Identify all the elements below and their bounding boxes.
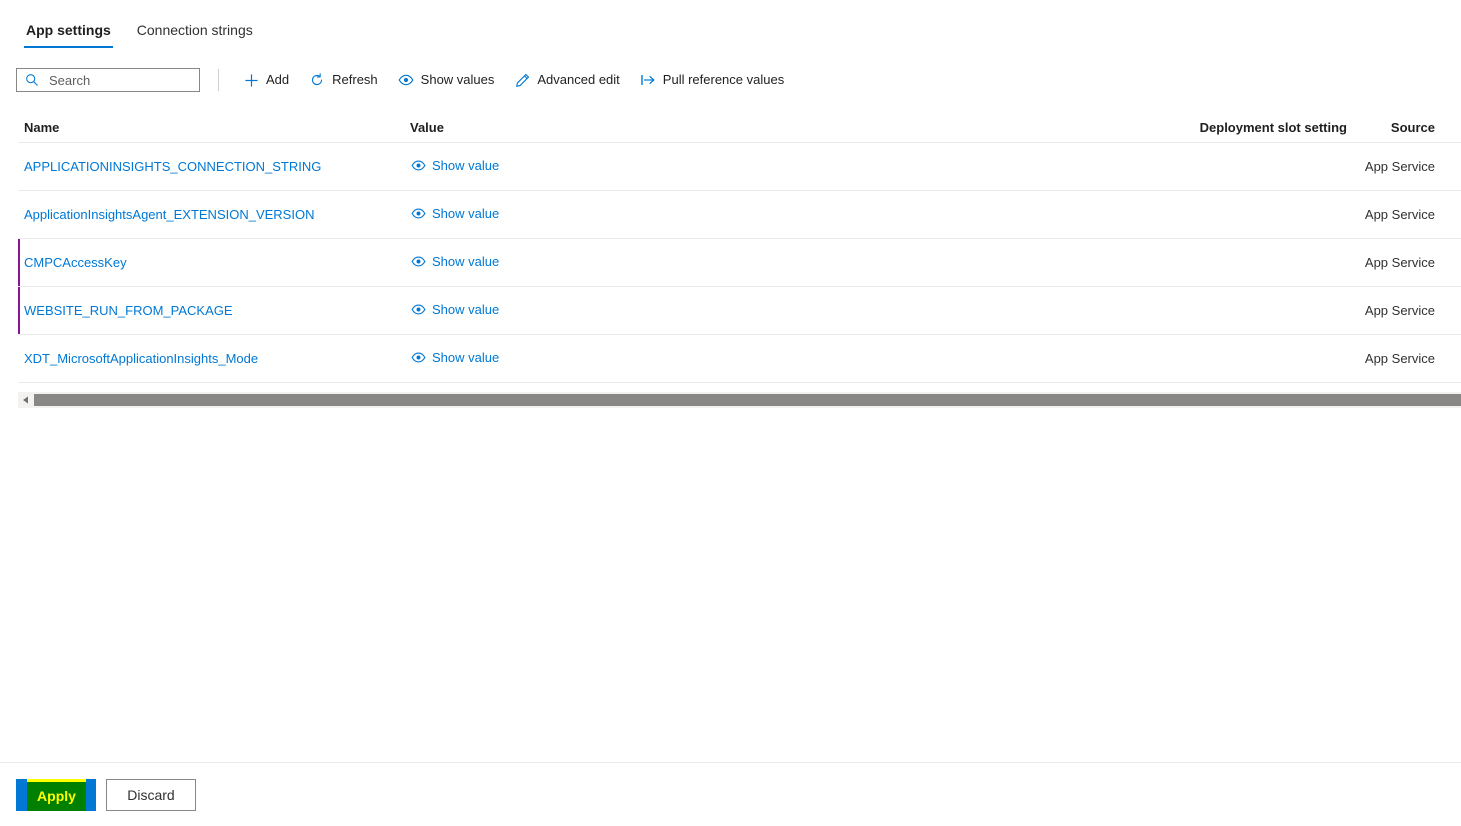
search-input[interactable] — [41, 71, 227, 89]
show-values-button-label: Show values — [420, 72, 495, 87]
row-change-marker — [18, 239, 20, 286]
source-cell: App Service — [1364, 351, 1435, 366]
eye-icon — [410, 157, 426, 173]
scrollbar-track[interactable] — [34, 392, 1461, 408]
horizontal-scrollbar[interactable] — [18, 392, 1461, 408]
pull-reference-values-button[interactable]: Pull reference values — [630, 67, 794, 93]
setting-name-link[interactable]: CMPCAccessKey — [24, 255, 127, 270]
app-settings-table: Name Value Deployment slot setting Sourc… — [0, 112, 1461, 383]
refresh-button[interactable]: Refresh — [299, 67, 388, 93]
table-row[interactable]: CMPCAccessKey Show value App Service — [18, 239, 1461, 287]
setting-name-link[interactable]: APPLICATIONINSIGHTS_CONNECTION_STRING — [24, 159, 321, 174]
eye-icon — [398, 72, 414, 88]
tab-app-settings-label: App settings — [26, 22, 111, 38]
column-header-deployment-slot-setting[interactable]: Deployment slot setting — [1162, 120, 1347, 135]
command-bar-actions: Add Refresh Show values Advanced edit Pu… — [233, 67, 794, 93]
source-cell: App Service — [1364, 255, 1435, 270]
add-button-label: Add — [266, 72, 290, 87]
pencil-icon — [514, 72, 530, 88]
row-change-marker — [18, 287, 20, 334]
eye-icon — [410, 349, 426, 365]
discard-button[interactable]: Discard — [106, 778, 196, 811]
source-cell: App Service — [1364, 303, 1435, 318]
tab-connection-strings-label: Connection strings — [136, 22, 253, 38]
show-values-button[interactable]: Show values — [388, 67, 505, 93]
command-bar: Add Refresh Show values — [0, 64, 1461, 96]
apply-button[interactable] — [16, 778, 96, 811]
show-value-link[interactable]: Show value — [410, 205, 499, 221]
column-header-value[interactable]: Value — [410, 120, 1162, 135]
pull-arrow-icon — [640, 72, 656, 88]
scroll-left-button[interactable] — [18, 392, 34, 408]
footer-action-bar: Apply Discard — [0, 762, 1461, 826]
table-row[interactable]: WEBSITE_RUN_FROM_PACKAGE Show value App … — [18, 287, 1461, 335]
apply-button-wrapper: Apply — [16, 778, 96, 811]
table-header-row: Name Value Deployment slot setting Sourc… — [18, 112, 1461, 143]
command-bar-divider — [218, 69, 219, 91]
source-cell: App Service — [1364, 207, 1435, 222]
tab-app-settings[interactable]: App settings — [24, 21, 113, 48]
setting-name-cell: APPLICATIONINSIGHTS_CONNECTION_STRING — [18, 159, 410, 174]
setting-name-cell: WEBSITE_RUN_FROM_PACKAGE — [18, 303, 410, 318]
refresh-icon — [309, 72, 325, 88]
plus-icon — [243, 72, 259, 88]
show-value-link[interactable]: Show value — [410, 157, 499, 173]
search-icon — [23, 71, 41, 89]
pull-reference-values-button-label: Pull reference values — [662, 72, 785, 87]
show-value-label: Show value — [432, 301, 500, 317]
tab-bar: App settings Connection strings — [0, 0, 1461, 48]
show-value-link[interactable]: Show value — [410, 253, 499, 269]
setting-name-link[interactable]: XDT_MicrosoftApplicationInsights_Mode — [24, 351, 258, 366]
show-value-label: Show value — [432, 349, 500, 365]
table-row[interactable]: XDT_MicrosoftApplicationInsights_Mode Sh… — [18, 335, 1461, 383]
show-value-label: Show value — [432, 205, 500, 221]
eye-icon — [410, 253, 426, 269]
show-value-label: Show value — [432, 157, 500, 173]
advanced-edit-button-label: Advanced edit — [537, 72, 620, 87]
setting-value-cell: Show value — [410, 205, 1162, 224]
scrollbar-thumb[interactable] — [34, 394, 1461, 406]
show-value-label: Show value — [432, 253, 500, 269]
show-value-link[interactable]: Show value — [410, 349, 499, 365]
setting-name-cell: XDT_MicrosoftApplicationInsights_Mode — [18, 351, 410, 366]
setting-name-link[interactable]: WEBSITE_RUN_FROM_PACKAGE — [24, 303, 233, 318]
setting-name-cell: CMPCAccessKey — [18, 255, 410, 270]
setting-value-cell: Show value — [410, 253, 1162, 272]
setting-name-cell: ApplicationInsightsAgent_EXTENSION_VERSI… — [18, 207, 410, 222]
table-row[interactable]: ApplicationInsightsAgent_EXTENSION_VERSI… — [18, 191, 1461, 239]
eye-icon — [410, 301, 426, 317]
refresh-button-label: Refresh — [332, 72, 378, 87]
advanced-edit-button[interactable]: Advanced edit — [504, 67, 629, 93]
setting-value-cell: Show value — [410, 301, 1162, 320]
eye-icon — [410, 205, 426, 221]
chevron-left-icon — [23, 396, 28, 404]
setting-name-link[interactable]: ApplicationInsightsAgent_EXTENSION_VERSI… — [24, 207, 314, 222]
setting-value-cell: Show value — [410, 157, 1162, 176]
column-header-name[interactable]: Name — [18, 120, 410, 135]
column-header-source[interactable]: Source — [1347, 120, 1437, 135]
add-button[interactable]: Add — [233, 67, 299, 93]
tab-connection-strings[interactable]: Connection strings — [135, 21, 255, 48]
source-cell: App Service — [1364, 159, 1435, 174]
setting-value-cell: Show value — [410, 349, 1162, 368]
table-row[interactable]: APPLICATIONINSIGHTS_CONNECTION_STRING Sh… — [18, 143, 1461, 191]
show-value-link[interactable]: Show value — [410, 301, 499, 317]
search-box[interactable] — [16, 68, 227, 92]
